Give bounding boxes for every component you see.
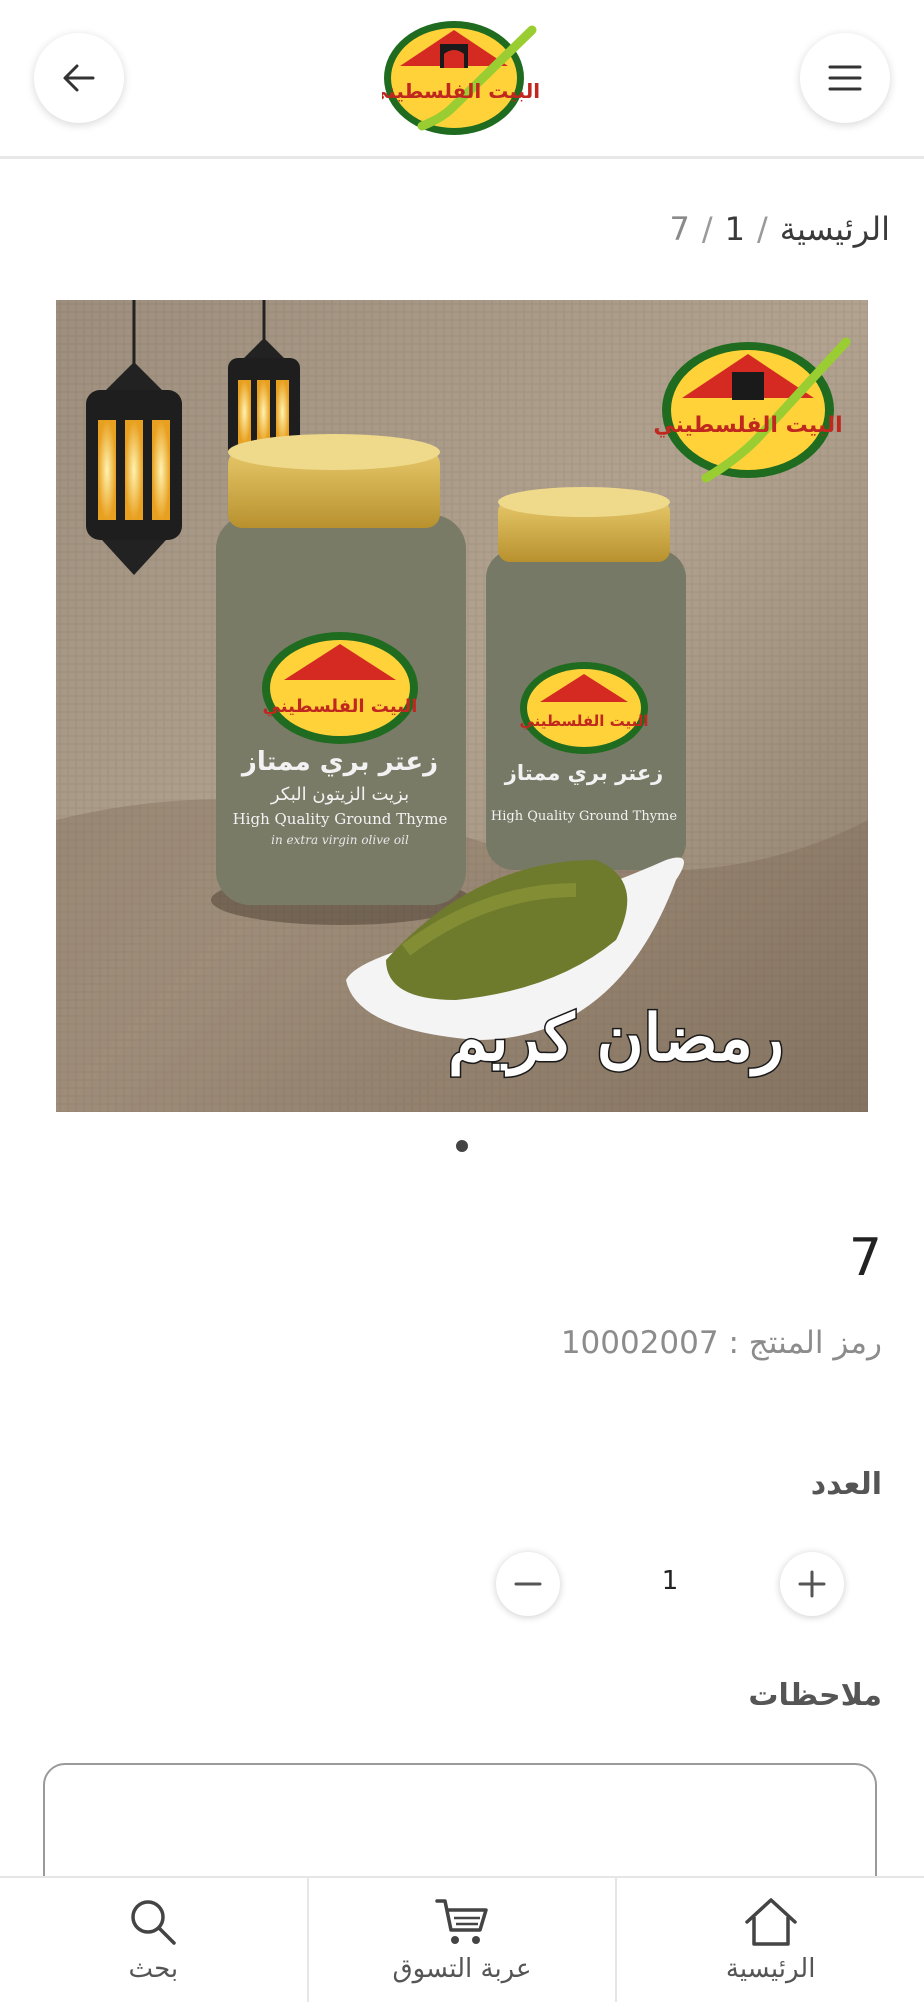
- svg-text:High Quality Ground Thyme: High Quality Ground Thyme: [233, 810, 448, 828]
- quantity-label: العدد: [810, 1467, 882, 1502]
- thyme-jar-small: البيت الفلسطيني زعتر بري ممتاز High Qual…: [486, 487, 686, 870]
- menu-button[interactable]: [800, 33, 890, 123]
- breadcrumb-separator: /: [757, 210, 768, 248]
- nav-label-cart: عربة التسوق: [392, 1954, 532, 1984]
- bottom-navigation: بحث عربة التسوق الرئيسية: [0, 1876, 924, 2002]
- svg-text:High Quality Ground Thyme: High Quality Ground Thyme: [491, 809, 677, 824]
- breadcrumb: الرئيسية / 1 / 7: [670, 210, 891, 248]
- nav-label-search: بحث: [128, 1954, 179, 1984]
- back-button[interactable]: [34, 33, 124, 123]
- nav-item-home[interactable]: الرئيسية: [615, 1878, 924, 2002]
- logo-text: البيت الفلسطيني: [382, 79, 540, 104]
- decrease-quantity-button[interactable]: [496, 1552, 560, 1616]
- svg-text:in extra virgin olive oil: in extra virgin olive oil: [271, 833, 409, 847]
- product-sku: رمز المنتج : 10002007: [560, 1325, 882, 1361]
- arrow-left-icon: [63, 64, 95, 92]
- home-icon: [744, 1898, 797, 1946]
- breadcrumb-home[interactable]: الرئيسية: [780, 210, 890, 248]
- product-title: 7: [848, 1228, 882, 1288]
- shopping-cart-icon: [435, 1899, 488, 1944]
- ramadan-greeting: رمضان كريم: [448, 1001, 784, 1077]
- svg-text:زعتر بري ممتاز: زعتر بري ممتاز: [240, 747, 438, 777]
- app-header: البيت الفلسطيني: [0, 0, 924, 159]
- svg-text:البيت الفلسطيني: البيت الفلسطيني: [263, 696, 418, 717]
- nav-item-search[interactable]: بحث: [0, 1878, 307, 2002]
- hamburger-menu-icon: [828, 65, 862, 91]
- increase-quantity-button[interactable]: [780, 1552, 844, 1616]
- quantity-value: 1: [661, 1566, 679, 1596]
- svg-text:زعتر بري ممتاز: زعتر بري ممتاز: [504, 761, 664, 786]
- search-icon: [131, 1900, 177, 1945]
- breadcrumb-category[interactable]: 1: [725, 210, 745, 248]
- plus-icon: [798, 1570, 826, 1598]
- brand-logo[interactable]: البيت الفلسطيني: [368, 8, 540, 148]
- svg-text:البيت الفلسطيني: البيت الفلسطيني: [653, 413, 842, 438]
- minus-icon: [514, 1582, 542, 1586]
- svg-text:البيت الفلسطيني: البيت الفلسطيني: [519, 712, 648, 730]
- thyme-jar-large: البيت الفلسطيني زعتر بري ممتاز بزيت الزي…: [211, 434, 471, 925]
- breadcrumb-current: 7: [669, 210, 690, 248]
- svg-text:بزيت الزيتون البكر: بزيت الزيتون البكر: [270, 784, 409, 805]
- carousel-dot[interactable]: [456, 1140, 468, 1152]
- nav-item-cart[interactable]: عربة التسوق: [306, 1878, 616, 2002]
- breadcrumb-separator: /: [701, 210, 713, 248]
- product-image[interactable]: البيت الفلسطيني البيت الفلسطيني زعتر بري…: [56, 300, 868, 1112]
- nav-label-home: الرئيسية: [725, 1954, 816, 1984]
- notes-label: ملاحظات: [748, 1678, 882, 1713]
